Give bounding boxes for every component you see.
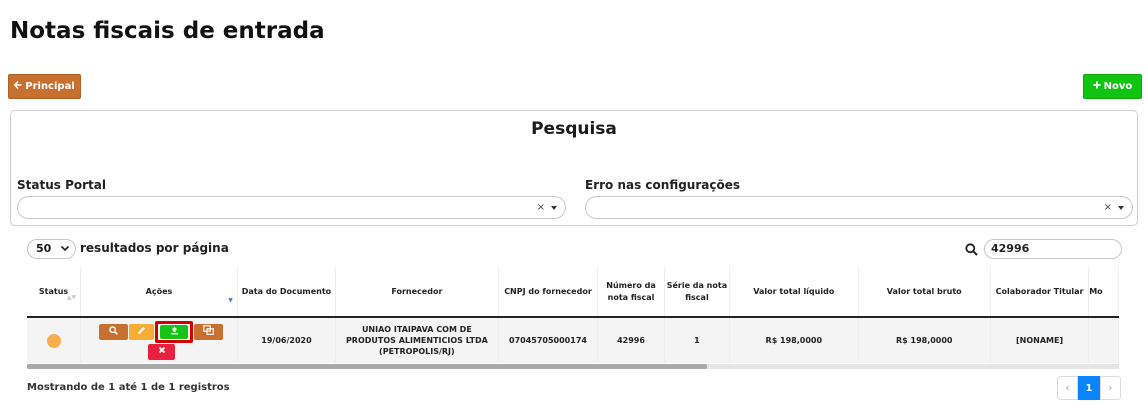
column-header-valor-bruto[interactable]: Valor total bruto bbox=[858, 267, 991, 318]
pagination-next[interactable]: › bbox=[1100, 376, 1121, 400]
novo-button[interactable]: Novo bbox=[1083, 74, 1142, 99]
delete-button[interactable] bbox=[148, 343, 176, 360]
valor-liquido-cell: R$ 198,0000 bbox=[729, 317, 859, 363]
table-search-input[interactable]: 42996 bbox=[984, 239, 1122, 259]
data-table: Status ▲▼ Ações ▼ Data do Documento Fornec… bbox=[27, 267, 1119, 363]
fornecedor-cell: UNIAO ITAIPAVA COM DE PRODUTOS ALIMENTIC… bbox=[335, 317, 499, 363]
detail-button[interactable] bbox=[194, 323, 224, 340]
serie-cell: 1 bbox=[664, 317, 731, 363]
data-documento-cell: 19/06/2020 bbox=[237, 317, 337, 363]
principal-button-label: Principal bbox=[25, 81, 75, 92]
pagination: ‹ 1 › bbox=[1057, 376, 1121, 400]
status-cell bbox=[27, 317, 82, 363]
pencil-icon bbox=[137, 326, 146, 338]
arrow-left-icon bbox=[13, 80, 22, 92]
erro-config-select[interactable]: × bbox=[585, 196, 1133, 219]
column-header-cnpj[interactable]: CNPJ do fornecedor bbox=[498, 267, 599, 318]
upload-icon bbox=[170, 326, 179, 338]
mo-cell bbox=[1088, 317, 1119, 363]
column-header-mo[interactable]: Mo bbox=[1088, 267, 1119, 318]
search-icon bbox=[109, 325, 119, 338]
column-header-colaborador[interactable]: Colaborador Titular bbox=[990, 267, 1090, 318]
caret-down-icon bbox=[551, 206, 557, 210]
erro-config-label: Erro nas configurações bbox=[585, 178, 740, 192]
table-info: Mostrando de 1 até 1 de 1 registros bbox=[27, 382, 230, 393]
search-panel-title: Pesquisa bbox=[531, 119, 617, 139]
clear-icon[interactable]: × bbox=[1104, 202, 1112, 213]
upload-button[interactable] bbox=[160, 324, 189, 339]
search-panel: Pesquisa Status Portal × Erro nas config… bbox=[10, 110, 1138, 226]
pagination-prev[interactable]: ‹ bbox=[1057, 376, 1078, 400]
column-header-data-documento[interactable]: Data do Documento bbox=[237, 267, 337, 318]
column-header-fornecedor[interactable]: Fornecedor bbox=[335, 267, 499, 318]
cnpj-cell: 07045705000174 bbox=[498, 317, 599, 363]
detail-icon bbox=[203, 325, 215, 338]
column-header-serie[interactable]: Série da nota fiscal bbox=[664, 267, 731, 318]
view-button[interactable] bbox=[99, 323, 129, 340]
search-icon bbox=[965, 241, 978, 260]
colaborador-cell: [NONAME] bbox=[990, 317, 1090, 363]
status-portal-select[interactable]: × bbox=[17, 196, 566, 219]
table-header-row: Status ▲▼ Ações ▼ Data do Documento Fornec… bbox=[27, 267, 1119, 318]
numero-nota-cell: 42996 bbox=[597, 317, 665, 363]
horizontal-scrollbar[interactable] bbox=[27, 364, 1119, 369]
plus-icon bbox=[1093, 81, 1101, 92]
edit-button[interactable] bbox=[129, 323, 155, 340]
upload-button-highlight bbox=[155, 320, 194, 343]
pagination-page-1[interactable]: 1 bbox=[1078, 376, 1100, 400]
column-header-numero-nota[interactable]: Número da nota fiscal bbox=[597, 267, 665, 318]
column-header-acoes[interactable]: Ações ▼ bbox=[80, 267, 238, 318]
status-indicator bbox=[46, 333, 61, 348]
table-row: 19/06/2020 UNIAO ITAIPAVA COM DE PRODUTO… bbox=[27, 317, 1119, 363]
caret-down-icon bbox=[1118, 206, 1124, 210]
principal-button[interactable]: Principal bbox=[8, 74, 81, 99]
column-header-valor-liquido[interactable]: Valor total líquido bbox=[729, 267, 859, 318]
valor-bruto-cell: R$ 198,0000 bbox=[858, 317, 991, 363]
sort-icon: ▲▼ bbox=[66, 294, 77, 301]
sort-icon: ▼ bbox=[228, 297, 233, 304]
page-length-select[interactable]: 50 bbox=[27, 239, 76, 259]
page-title: Notas fiscais de entrada bbox=[10, 18, 325, 44]
status-portal-label: Status Portal bbox=[17, 178, 106, 192]
column-header-status[interactable]: Status ▲▼ bbox=[27, 267, 82, 318]
delete-icon bbox=[158, 346, 166, 357]
clear-icon[interactable]: × bbox=[537, 202, 545, 213]
page-length-label: resultados por página bbox=[80, 241, 229, 255]
chevron-down-icon bbox=[60, 242, 70, 260]
actions-cell bbox=[80, 317, 238, 363]
page-length-value: 50 bbox=[36, 242, 52, 255]
scrollbar-thumb[interactable] bbox=[27, 364, 707, 369]
data-table-wrapper: Status ▲▼ Ações ▼ Data do Documento Fornec… bbox=[27, 267, 1119, 370]
novo-button-label: Novo bbox=[1103, 81, 1133, 92]
